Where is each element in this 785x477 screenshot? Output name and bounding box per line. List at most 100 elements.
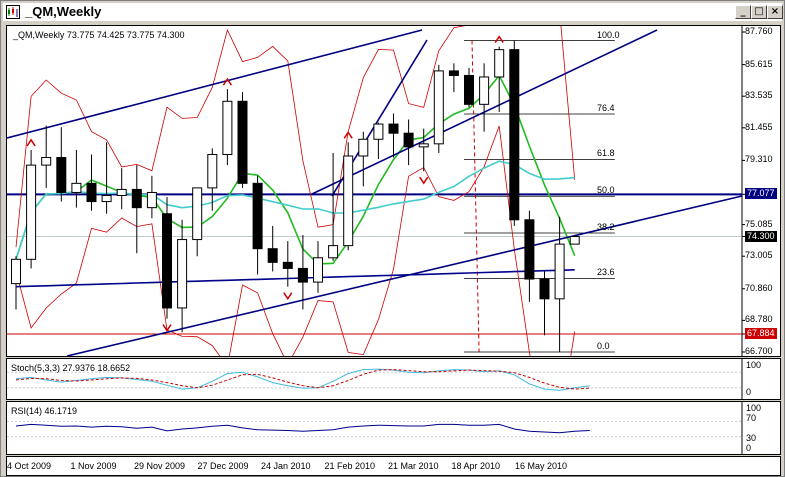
candle (101, 142, 112, 214)
time-axis-label: 4 Oct 2009 (7, 461, 52, 471)
stoch-panel[interactable]: Stoch(5,3,3) 27.9376 18.6652 100 0 (6, 358, 781, 400)
stoch-axis-0: 0 (746, 387, 752, 397)
rsi-axis-100: 100 (746, 403, 762, 413)
candle (524, 210, 535, 302)
fib-label: 0.0 (597, 341, 610, 351)
ma-green (15, 74, 576, 265)
close-button[interactable]: × (767, 5, 783, 19)
candle-body (222, 100, 233, 155)
time-axis: 4 Oct 2009 1 Nov 2009 29 Nov 2009 27 Dec 20… (6, 456, 781, 476)
maximize-button[interactable]: □ (751, 5, 767, 19)
candle-body (494, 49, 505, 78)
candle (509, 40, 520, 226)
stoch-header: Stoch(5,3,3) 27.9376 18.6652 (11, 363, 131, 373)
candle-body (11, 258, 21, 285)
main-chart-panel[interactable]: _QM,Weekly 73.775 74.425 73.775 74.300 8… (6, 25, 781, 357)
time-axis-label: 27 Dec 2009 (197, 461, 249, 471)
candle-body (116, 188, 127, 196)
price-axis-label: 79.310 (745, 154, 773, 165)
window-title: _QM,Weekly (25, 4, 102, 19)
time-axis-label: 18 Apr 2010 (451, 461, 501, 471)
candle (539, 271, 550, 336)
candle (433, 64, 444, 153)
candle (388, 113, 399, 158)
price-axis-label: 73.005 (745, 250, 773, 261)
candle (267, 225, 278, 272)
candle-body (418, 143, 429, 148)
candle (146, 175, 157, 219)
rsi-axis-70: 70 (746, 413, 757, 423)
red-line-price-tag: 67.884 (745, 328, 777, 339)
candle (41, 125, 52, 188)
time-axis-label: 16 May 2010 (515, 461, 568, 471)
candle-body (479, 76, 490, 105)
candle (479, 63, 490, 132)
candle (252, 175, 263, 275)
candle-body (71, 182, 82, 193)
chart-app-icon (6, 5, 20, 19)
fib-label: 61.8 (597, 148, 615, 159)
price-axis-label: 66.700 (745, 346, 773, 356)
candle-body (464, 74, 474, 105)
candle (403, 119, 414, 166)
rsi-header: RSI(14) 46.1719 (11, 406, 78, 416)
price-axis-label: 75.085 (745, 218, 773, 229)
candle-body (131, 188, 142, 209)
price-axis-label: 83.535 (745, 90, 773, 101)
candle (343, 142, 354, 251)
title-bar[interactable]: _QM,Weekly _ □ × (3, 3, 783, 21)
candle-body (313, 257, 323, 283)
candle (464, 67, 474, 108)
candle-body (252, 182, 263, 250)
time-axis-label: 21 Feb 2010 (324, 461, 376, 471)
fractal-arrow (494, 35, 504, 44)
candle (313, 241, 323, 293)
candle-body (101, 194, 112, 203)
time-axis-label: 24 Jan 2010 (261, 461, 311, 471)
candle (11, 256, 21, 310)
ma-cyan (15, 160, 575, 260)
bollinger-upper (15, 26, 576, 248)
rsi-panel[interactable]: RSI(14) 46.1719 100 70 30 0 (6, 401, 781, 455)
minimize-button[interactable]: _ (735, 5, 751, 19)
chart-window: _QM,Weekly _ □ × _QM,Weekly 73.775 74.42… (0, 0, 785, 477)
candle-body (86, 182, 97, 203)
trendline (7, 29, 423, 139)
rsi-axis-30: 30 (746, 433, 757, 443)
candle (116, 168, 127, 210)
candle (358, 131, 369, 187)
fractal-arrow (419, 176, 429, 185)
candle-body (56, 157, 67, 193)
stoch-axis-100: 100 (746, 360, 762, 370)
candle (131, 165, 142, 254)
candle (297, 235, 308, 310)
fib-label: 76.4 (597, 103, 615, 114)
price-chart (7, 26, 745, 356)
time-axis-label: 29 Nov 2009 (134, 461, 186, 471)
rsi-axis-0: 0 (746, 443, 752, 453)
candle (569, 235, 580, 245)
fractal-arrow (283, 292, 293, 301)
current-price-tag: 74.300 (745, 230, 777, 242)
candle-body (509, 49, 520, 221)
candle (373, 122, 384, 160)
candle-body (41, 157, 52, 166)
candle (71, 149, 82, 208)
price-axis-label: 85.615 (745, 58, 773, 69)
candle-body (207, 153, 218, 189)
candle (222, 89, 233, 166)
fib-label: 38.2 (597, 222, 615, 232)
candle-body (524, 219, 535, 280)
candle (448, 63, 459, 93)
candle-body (403, 132, 414, 148)
candle-body (282, 261, 293, 269)
candle-body (539, 278, 550, 300)
candle-body (388, 123, 399, 134)
time-axis-label: 1 Nov 2009 (70, 461, 117, 471)
rsi-14--line (15, 423, 590, 434)
candle-body (358, 138, 369, 157)
candle-body (26, 164, 37, 260)
candle (192, 187, 203, 257)
candle-body (146, 191, 157, 209)
candle (237, 92, 248, 188)
